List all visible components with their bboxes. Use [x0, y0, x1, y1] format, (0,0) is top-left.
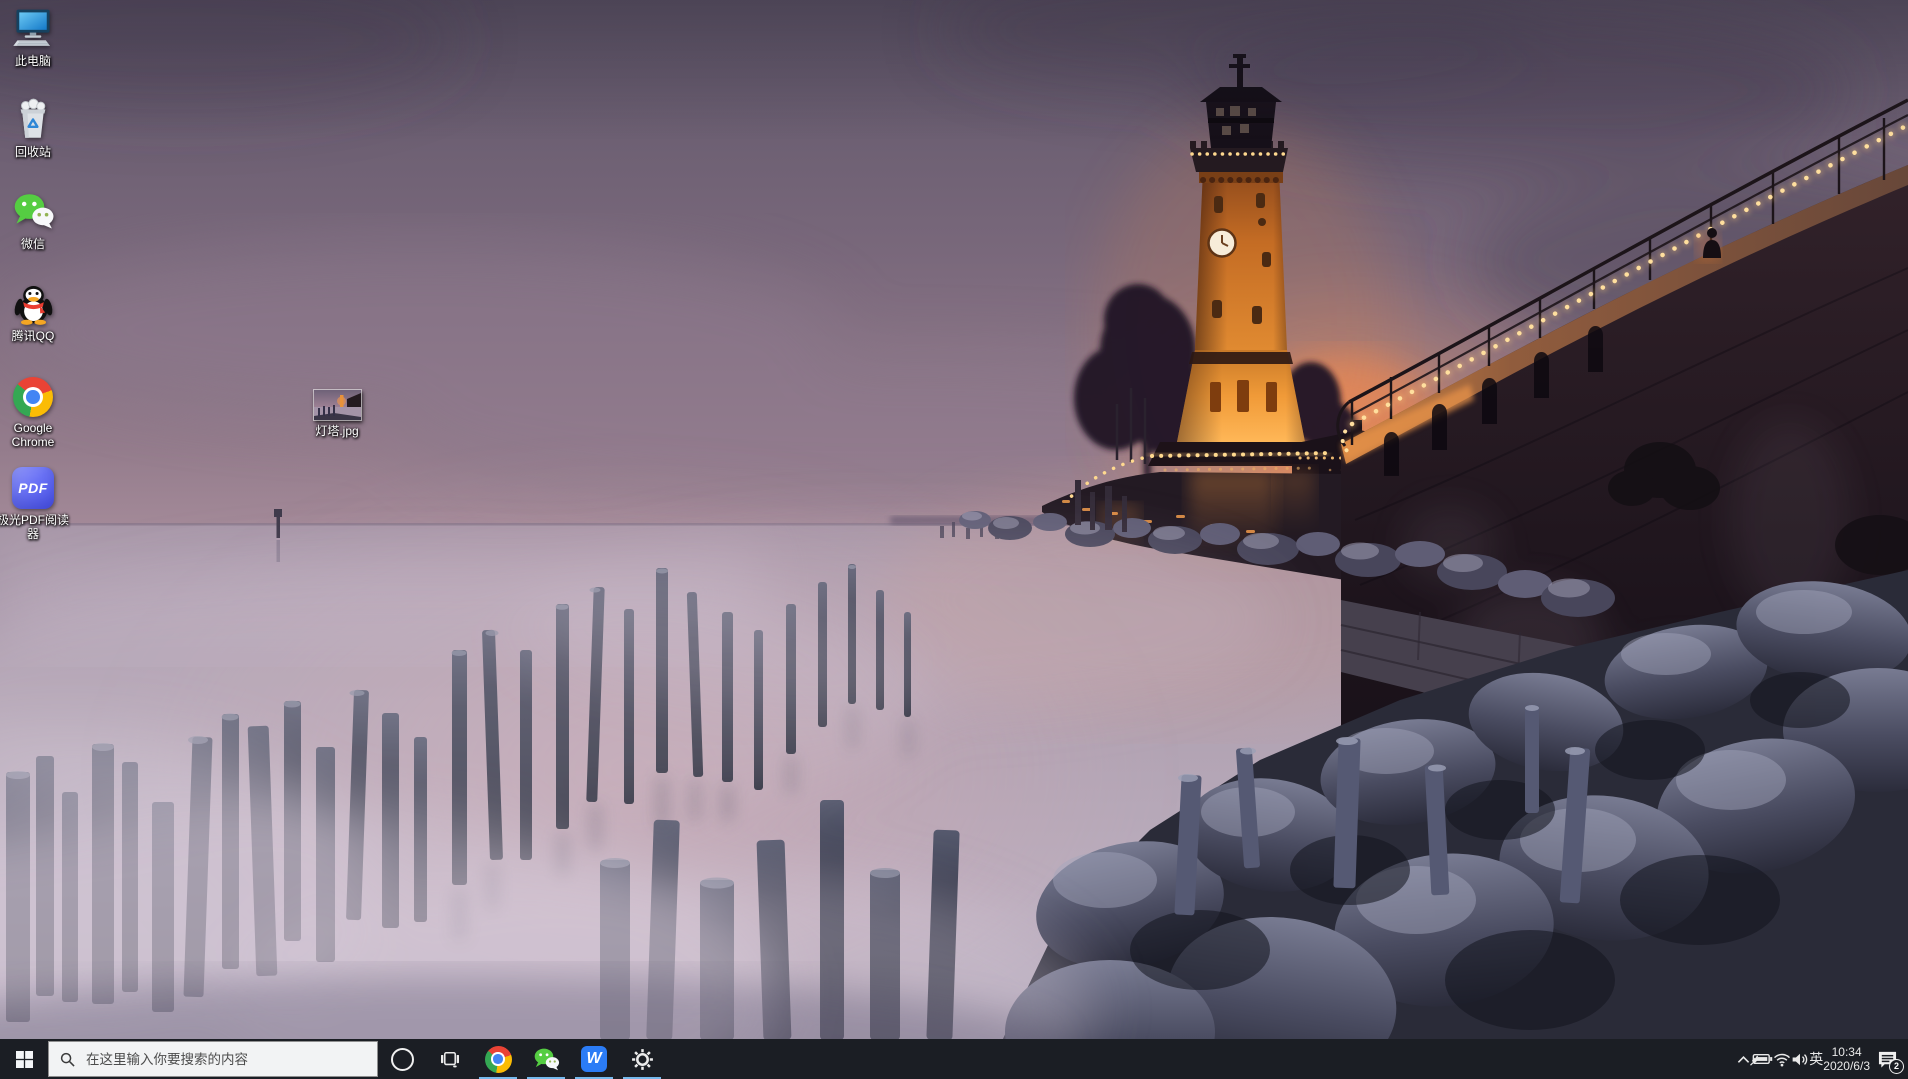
- taskbar-settings-button[interactable]: [618, 1039, 666, 1079]
- desktop-icon-recycle-bin[interactable]: 回收站: [0, 97, 71, 159]
- battery-charging-icon: [1750, 1052, 1773, 1066]
- battery-status-button[interactable]: [1750, 1039, 1773, 1079]
- windows-desktop: 此电脑 回收站 微信 腾讯QQ Google Chrome PDF 极光PDF阅…: [0, 0, 1908, 1079]
- qq-penguin-icon: [12, 281, 55, 325]
- desktop-icon-wechat[interactable]: 微信: [0, 189, 71, 251]
- start-button[interactable]: [0, 1039, 48, 1079]
- pdf-reader-icon: PDF: [12, 465, 54, 509]
- desktop-icon-tencent-qq[interactable]: 腾讯QQ: [0, 281, 71, 343]
- speaker-icon: [1791, 1052, 1809, 1067]
- network-status-button[interactable]: [1773, 1039, 1791, 1079]
- desktop-icon-label: 微信: [21, 237, 45, 251]
- wechat-icon: [12, 189, 55, 233]
- desktop-icon-label: 此电脑: [15, 54, 51, 68]
- input-language-indicator[interactable]: 英: [1809, 1039, 1823, 1079]
- task-view-icon: [441, 1051, 459, 1068]
- recycle-bin-icon: [11, 97, 55, 141]
- taskbar: W: [0, 1039, 1908, 1079]
- this-pc-icon: [11, 6, 55, 50]
- desktop-icon-label: 腾讯QQ: [12, 329, 55, 343]
- cortana-button[interactable]: [378, 1039, 426, 1079]
- notification-badge: 2: [1889, 1059, 1904, 1074]
- desktop-icon-this-pc[interactable]: 此电脑: [0, 6, 71, 68]
- windows-logo-icon: [16, 1051, 33, 1068]
- search-input[interactable]: [84, 1051, 366, 1068]
- wechat-icon: [533, 1046, 560, 1073]
- clock-date: 2020/6/3: [1823, 1059, 1870, 1073]
- cortana-icon: [391, 1048, 414, 1071]
- image-thumbnail: [314, 384, 361, 420]
- taskbar-clock[interactable]: 10:34 2020/6/3: [1823, 1039, 1870, 1079]
- taskbar-wps-button[interactable]: W: [570, 1039, 618, 1079]
- clock-time: 10:34: [1832, 1045, 1862, 1059]
- desktop-icon-pdf-reader[interactable]: PDF 极光PDF阅读器: [0, 465, 71, 541]
- desktop-wallpaper: [0, 0, 1908, 1045]
- chrome-icon: [485, 1046, 512, 1073]
- chevron-up-icon: [1737, 1055, 1750, 1064]
- hidden-icons-button[interactable]: [1737, 1039, 1750, 1079]
- system-tray: 英 10:34 2020/6/3 2: [1737, 1039, 1908, 1079]
- desktop-icon-label: 回收站: [15, 145, 51, 159]
- search-icon: [60, 1052, 75, 1067]
- action-center-button[interactable]: 2: [1870, 1039, 1904, 1079]
- desktop-file-lighthouse-jpg[interactable]: 灯塔.jpg: [299, 384, 375, 438]
- chrome-icon: [13, 373, 53, 417]
- wps-office-icon: W: [581, 1046, 607, 1072]
- file-label: 灯塔.jpg: [315, 424, 358, 438]
- taskbar-search-box[interactable]: [48, 1041, 378, 1077]
- pdf-icon-text: PDF: [18, 480, 48, 496]
- taskbar-chrome-button[interactable]: [474, 1039, 522, 1079]
- desktop-icon-google-chrome[interactable]: Google Chrome: [0, 373, 71, 449]
- desktop-icon-label: 极光PDF阅读器: [0, 513, 71, 541]
- task-view-button[interactable]: [426, 1039, 474, 1079]
- volume-button[interactable]: [1791, 1039, 1809, 1079]
- taskbar-wechat-button[interactable]: [522, 1039, 570, 1079]
- desktop-icon-label: Google Chrome: [0, 421, 71, 449]
- gear-icon: [630, 1047, 655, 1072]
- wifi-icon: [1773, 1052, 1791, 1067]
